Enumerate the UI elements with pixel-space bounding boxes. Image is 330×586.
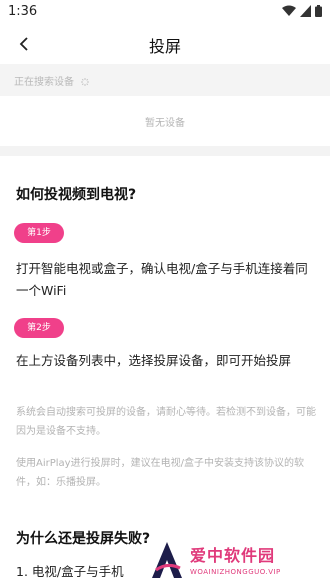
device-list: 暂无设备 xyxy=(0,96,330,146)
guide-heading: 如何投视频到电视? xyxy=(16,187,137,203)
step-1-badge: 第1步 xyxy=(14,223,64,243)
step-2-text: 在上方设备列表中，选择投屏设备，即可开始投屏 xyxy=(16,353,292,368)
search-status: 正在搜索设备 xyxy=(14,73,90,88)
step-1-text: 打开智能电视或盒子，确认电视/盒子与手机连接着同一个WiFi xyxy=(16,261,308,298)
signal-icon xyxy=(300,5,311,17)
step-2-badge: 第2步 xyxy=(14,318,64,338)
title-bar: 投屏 xyxy=(0,24,330,64)
watermark-url: WOAINIZHONGGUO.VIP xyxy=(190,568,281,576)
faq-heading: 为什么还是投屏失败? xyxy=(16,531,151,547)
wifi-icon xyxy=(282,5,296,16)
status-icons xyxy=(282,5,322,17)
watermark-name: 爱中软件园 xyxy=(190,546,276,565)
guide-section: 如何投视频到电视? 第1步 打开智能电视或盒子，确认电视/盒子与手机连接着同一个… xyxy=(0,156,330,586)
status-time: 1:36 xyxy=(8,4,38,19)
note-auto-search: 系统会自动搜索可投屏的设备，请耐心等待。若检测不到设备，可能因为是设备不支持。 xyxy=(16,407,316,437)
page-title: 投屏 xyxy=(148,37,181,56)
empty-device-text: 暂无设备 xyxy=(145,118,185,129)
battery-icon xyxy=(315,5,322,17)
search-status-label: 正在搜索设备 xyxy=(14,77,74,88)
section-divider xyxy=(0,146,330,156)
search-status-bar: 正在搜索设备 xyxy=(0,64,330,96)
watermark-logo-icon xyxy=(152,542,182,578)
status-bar: 1:36 xyxy=(0,0,330,24)
loading-spinner-icon xyxy=(81,78,90,86)
watermark: 爱中软件园 WOAINIZHONGGUO.VIP xyxy=(150,538,330,586)
note-airplay: 使用AirPlay进行投屏时，建议在电视/盒子中安装支持该协议的软件，如：乐播投… xyxy=(16,458,304,488)
